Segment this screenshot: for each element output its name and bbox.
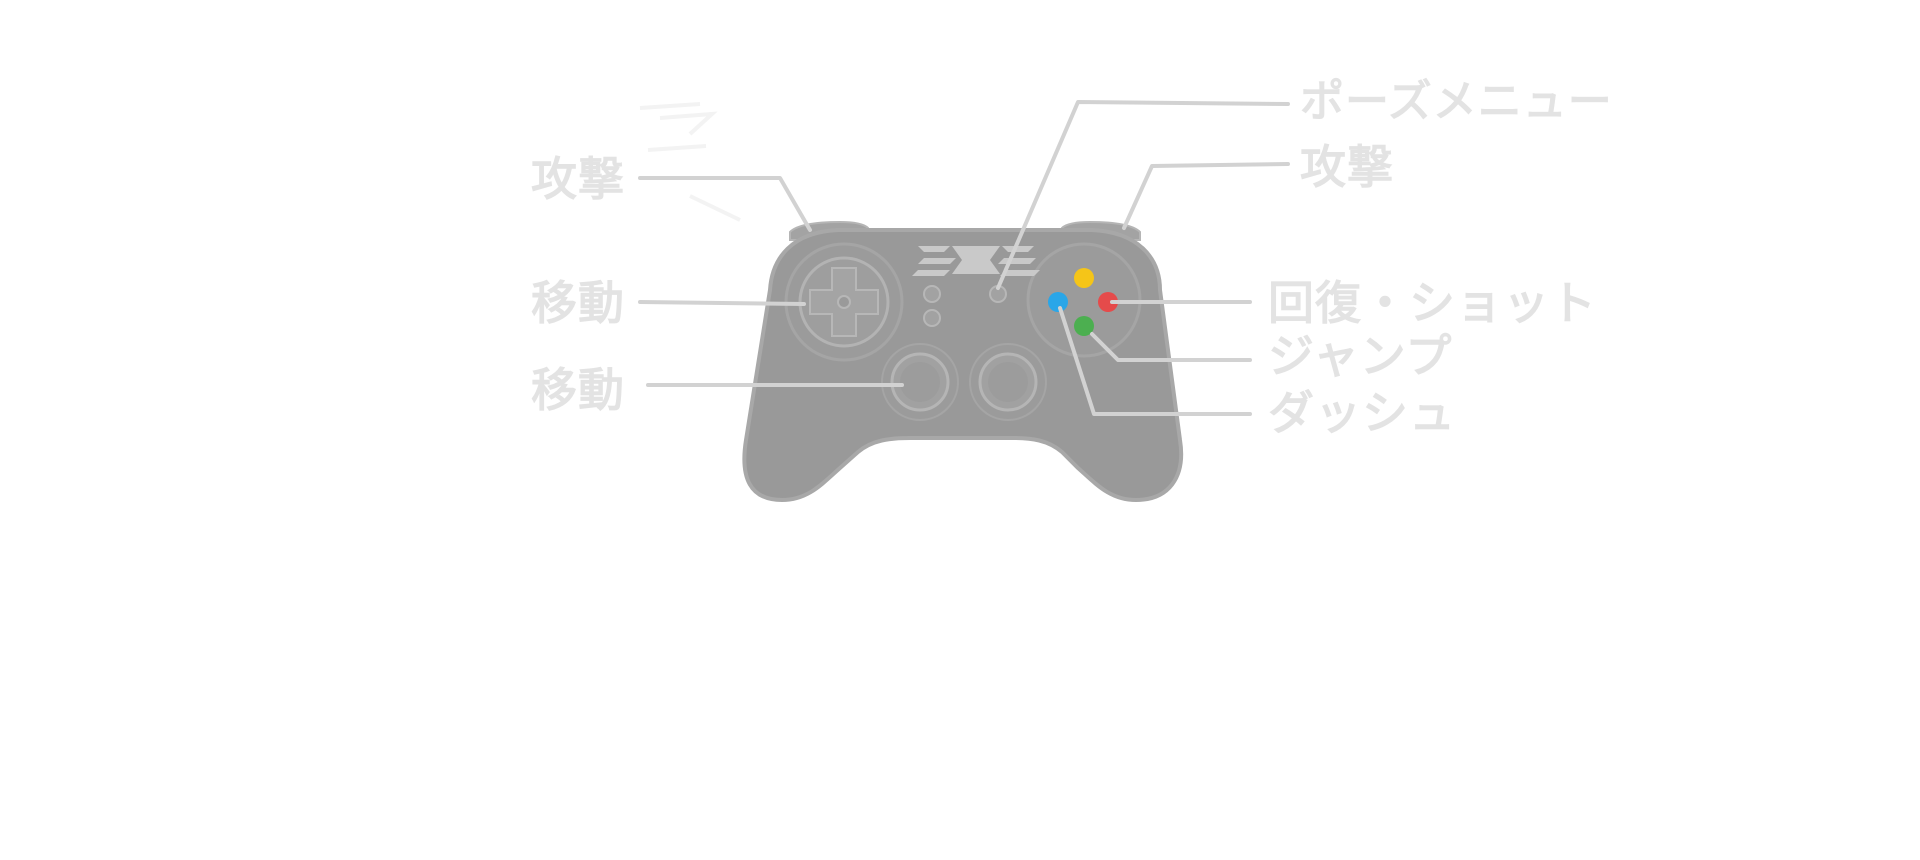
label-jump: ジャンプ [1268,329,1453,383]
select-button[interactable] [923,285,941,303]
dpad-icon[interactable] [798,256,890,348]
controller-guide: 攻撃 移動 移動 ポーズメニュー 攻撃 回復・ショット ジャンプ ダッシュ [0,0,1920,860]
faded-decoration [639,102,741,222]
leader-line-attack-right [1122,162,1290,230]
label-pause-menu: ポーズメニュー [1300,76,1613,127]
label-attack-left: 攻撃 [531,152,625,206]
home-button[interactable] [923,309,941,327]
label-move-dpad: 移動 [531,276,625,330]
label-dash: ダッシュ [1268,386,1456,440]
leader-line-move-dpad [638,300,806,306]
label-recover-shot: 回復・ショット [1268,276,1597,330]
left-analog-stick-icon[interactable] [881,343,959,421]
right-analog-stick-icon[interactable] [969,343,1047,421]
label-attack-right: 攻撃 [1300,140,1394,194]
face-button-blue[interactable] [1048,292,1068,312]
controller-diagram [638,100,1290,503]
face-button-yellow[interactable] [1074,268,1094,288]
game-logo-emblem [912,246,1040,276]
label-move-stick: 移動 [531,363,625,417]
leader-line-attack-left [638,176,812,232]
